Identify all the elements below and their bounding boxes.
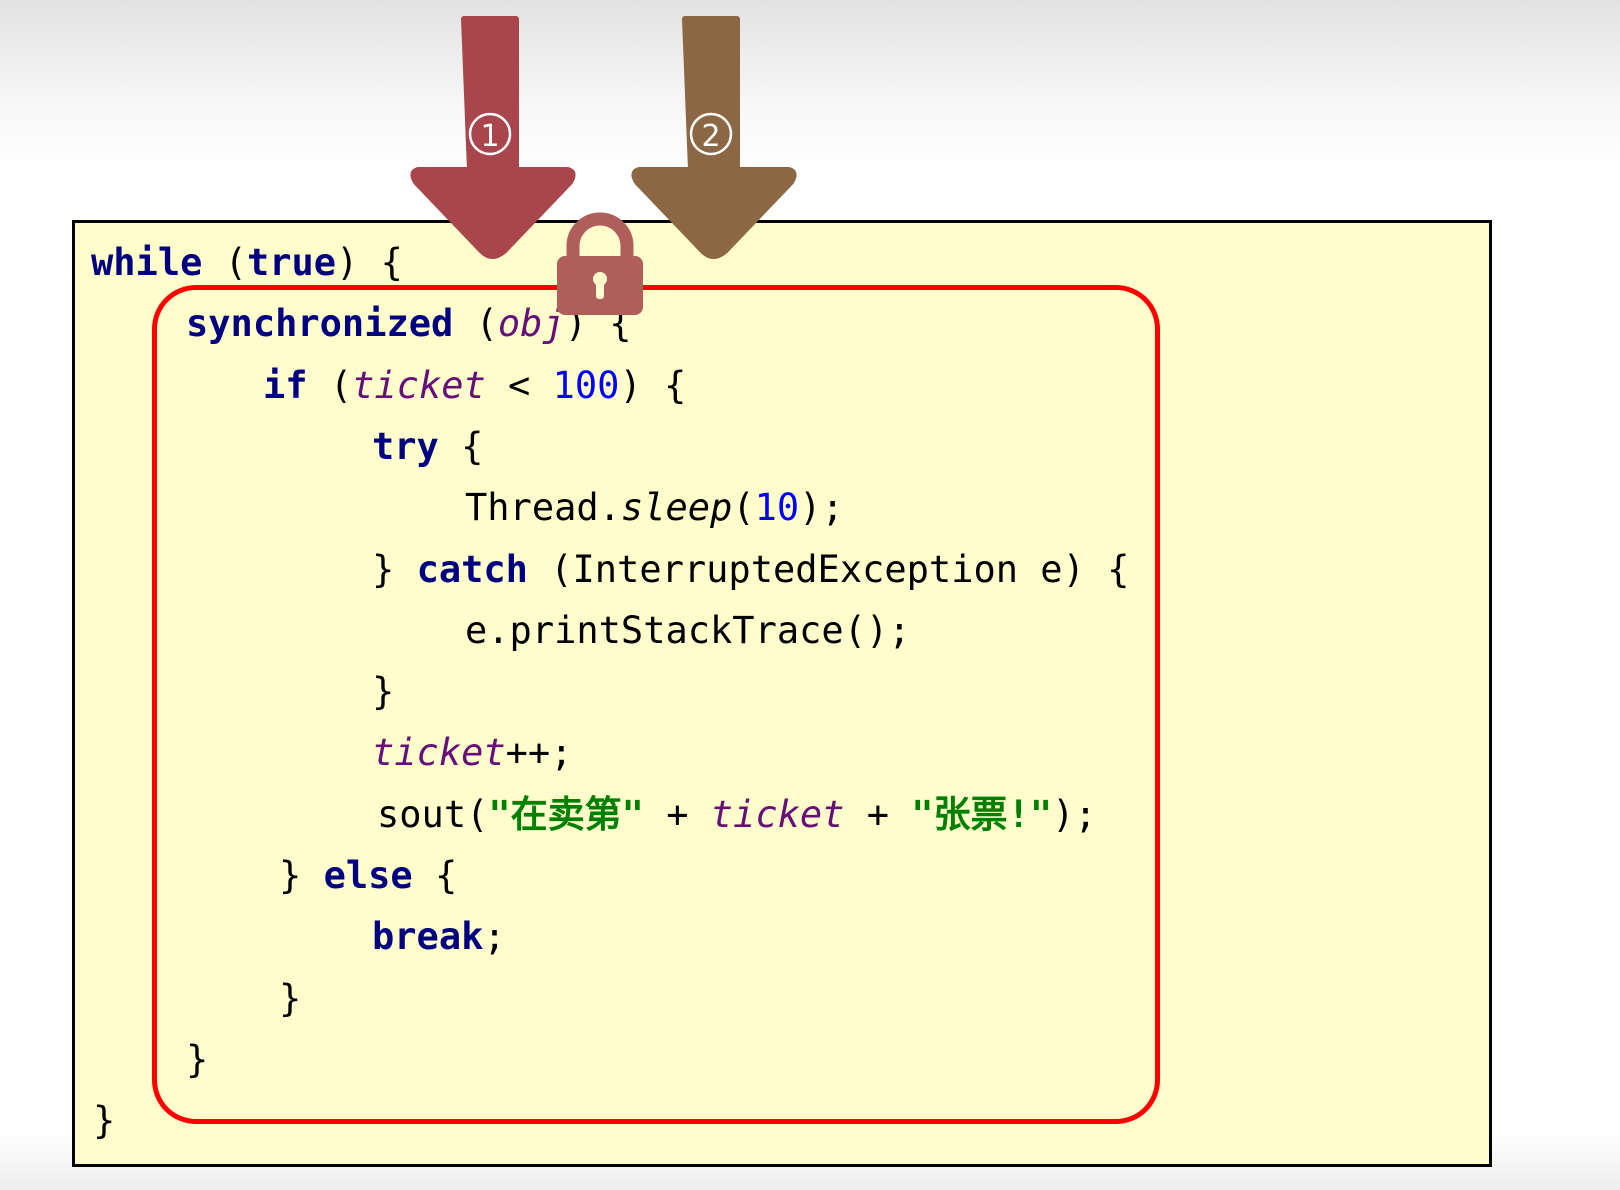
lock-icon xyxy=(557,212,643,315)
arrow-2-label: 2 xyxy=(701,119,720,154)
arrow-1-label: 1 xyxy=(480,119,499,154)
annotation-overlay: 1 2 xyxy=(410,16,797,315)
arrow-down-icon: 1 xyxy=(410,16,576,259)
arrow-down-icon: 2 xyxy=(631,16,797,259)
